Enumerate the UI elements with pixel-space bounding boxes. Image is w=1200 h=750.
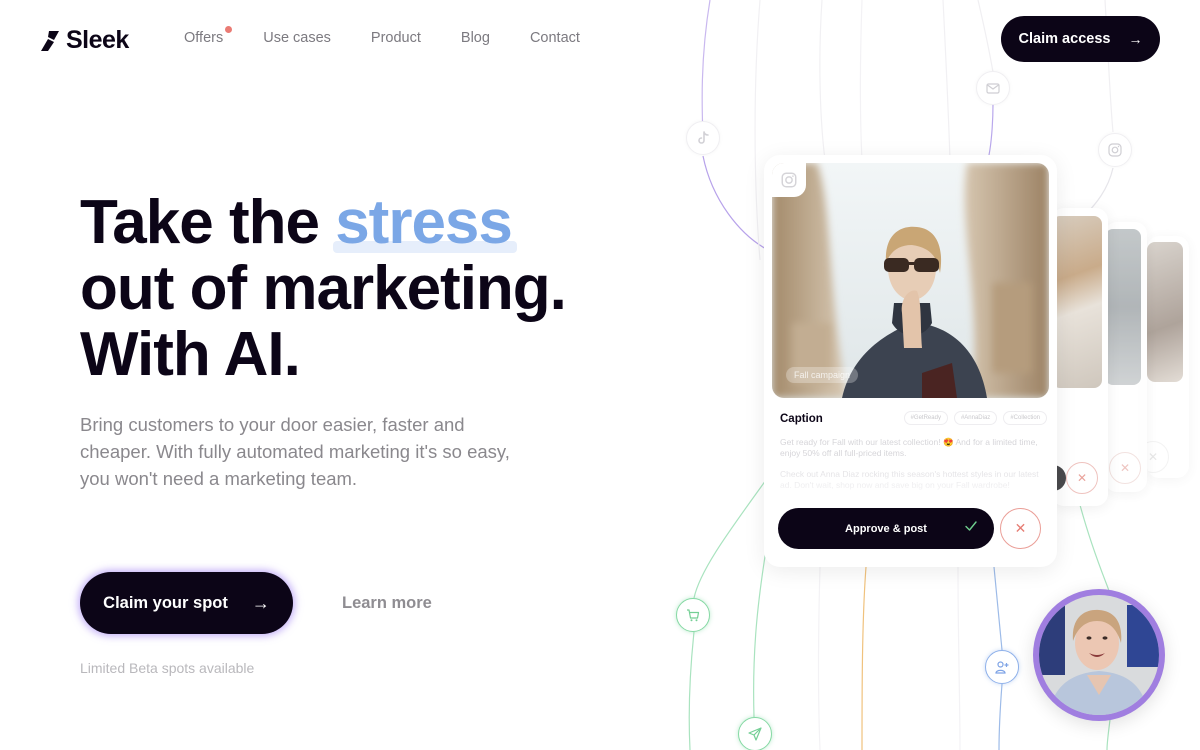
reject-icon: ✕ [1066,462,1098,494]
hashtag-list: #GetReady #AnnaDiaz #Collection [903,411,1047,425]
arrow-right-icon: → [1128,31,1143,47]
reject-button[interactable]: ✕ [1000,508,1041,549]
brand-name: Sleek [66,26,129,54]
post-preview-card: Fall campaign Caption #GetReady #AnnaDia… [764,155,1057,567]
nav-item-use-cases[interactable]: Use cases [263,30,331,46]
queued-post-card[interactable]: ✕ [1052,208,1108,506]
instagram-icon [781,172,797,188]
hero-title-prefix: Take the [80,188,320,257]
hashtag-chip[interactable]: #GetReady [903,411,948,425]
caption-fade [772,473,1049,503]
nav-item-offers[interactable]: Offers [184,26,233,46]
send-icon [748,727,762,741]
tiktok-channel [686,121,720,155]
mail-icon [986,83,1000,94]
check-icon [965,521,977,531]
video-avatar-bubble[interactable] [1033,589,1165,721]
nav-item-label: Offers [184,30,224,46]
nav-item-contact[interactable]: Contact [530,30,580,46]
queued-post-card[interactable]: ✕ [1147,236,1189,478]
platform-badge [772,163,806,197]
close-icon: ✕ [1014,520,1027,536]
queued-post-card[interactable]: ✕ [1105,222,1147,492]
nav-item-product[interactable]: Product [371,30,421,46]
campaign-tag: Fall campaign [786,367,859,383]
reject-icon: ✕ [1109,452,1141,484]
hero-title-line-3: With AI. [80,320,301,389]
presenter-video-thumbnail [1039,595,1159,715]
claim-your-spot-button[interactable]: Claim your spot → [80,572,293,634]
hero-title-line-2: out of marketing. [80,254,567,323]
approve-and-post-button[interactable]: Approve & post [778,508,994,549]
mail-channel [976,71,1010,105]
woman-sunglasses-photo [772,163,1049,398]
main-nav: Offers Use cases Product Blog Contact [184,26,620,46]
sleek-logo-icon [41,30,59,51]
tiktok-icon [698,131,709,144]
hashtag-chip[interactable]: #AnnaDiaz [953,411,998,425]
learn-more-link[interactable]: Learn more [342,594,432,613]
nav-item-blog[interactable]: Blog [461,30,490,46]
claim-your-spot-label: Claim your spot [103,593,228,612]
arrow-right-icon: → [251,592,270,613]
hashtag-chip[interactable]: #Collection [1003,411,1047,425]
cart-icon [687,609,700,622]
post-image: Fall campaign [772,163,1049,398]
send-channel [738,717,772,750]
beta-note: Limited Beta spots available [80,660,255,676]
add-user-icon [995,661,1009,674]
notification-dot [225,26,233,33]
shop-channel [676,598,710,632]
claim-access-label: Claim access [1018,31,1111,47]
instagram-icon [1108,143,1122,157]
approve-label: Approve & post [845,522,927,535]
reject-icon: ✕ [1147,441,1169,473]
hero-title: Take the stress out of marketing. With A… [80,188,567,389]
instagram-channel [1098,133,1132,167]
brand-logo[interactable]: Sleek [40,26,129,55]
hero-subtitle: Bring customers to your door easier, fas… [80,414,510,489]
add-user-channel [985,650,1019,684]
caption-paragraph: Get ready for Fall with our latest colle… [780,437,1038,458]
caption-label: Caption [780,413,823,425]
hero-title-highlight: stress [335,188,513,257]
claim-access-button[interactable]: Claim access → [1001,16,1160,62]
